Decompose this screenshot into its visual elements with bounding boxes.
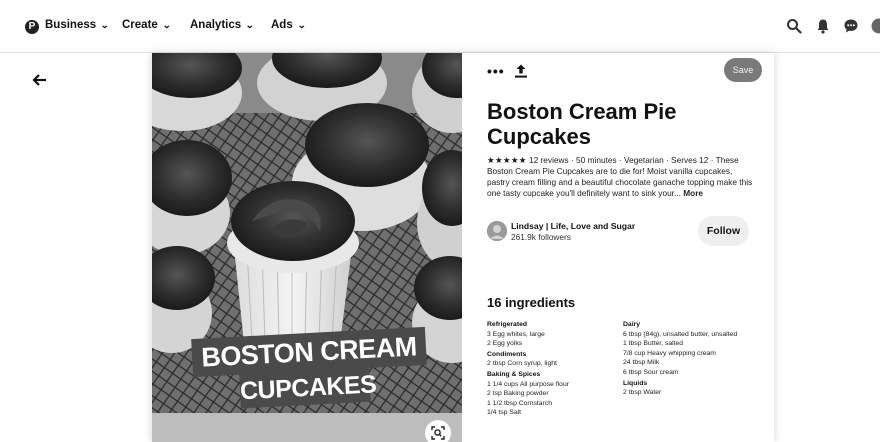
ingredient-item: 2 tbsp Corn syrup, light (487, 360, 557, 368)
chevron-down-icon: ⌄ (162, 20, 172, 30)
share-icon[interactable] (513, 63, 529, 79)
messages-icon[interactable] (843, 18, 859, 34)
save-button[interactable]: Save (724, 58, 762, 82)
follower-count: 261.9k followers (511, 232, 571, 242)
back-arrow-icon[interactable] (32, 72, 48, 88)
search-icon[interactable] (786, 18, 802, 34)
visual-search-icon (431, 426, 445, 440)
nav-ads[interactable]: Ads ⌄ (271, 19, 307, 31)
avatar-image (487, 221, 507, 241)
ingredients-title: 16 ingredients (487, 295, 576, 310)
chevron-down-icon: ⌄ (100, 20, 110, 30)
more-options-button[interactable]: ••• (487, 63, 505, 79)
recipe-meta: 12 reviews · 50 minutes · Vegetarian · S… (529, 155, 714, 165)
nav-analytics[interactable]: Analytics ⌄ (190, 19, 254, 31)
image-caption-line2: CUPCAKES (239, 367, 377, 409)
ingredient-category: Baking & Spices (487, 370, 541, 378)
more-link[interactable]: More (683, 188, 703, 198)
pin-image[interactable]: BOSTON CREAM PIE CUPCAKES (152, 53, 462, 442)
ingredient-item: 2 tsp Baking powder (487, 390, 549, 398)
author-name[interactable]: Lindsay | Life, Love and Sugar (511, 221, 635, 231)
ingredient-item: 1 1/2 tbsp Cornstarch (487, 399, 552, 407)
nav-create[interactable]: Create ⌄ (122, 19, 172, 31)
ingredient-item: 3 Egg whites, large (487, 330, 545, 338)
rating-stars-icon: ★★★★★ (487, 155, 527, 165)
nav-business-label: Business (45, 19, 97, 31)
ingredient-category: Condiments (487, 350, 527, 358)
ingredient-item: 2 Egg yolks (487, 340, 523, 348)
ingredient-item: 6 tbsp Sour cream (623, 368, 679, 376)
ingredient-item: 7/8 cup Heavy whipping cream (623, 349, 716, 357)
ingredient-item: 24 tbsp Milk (623, 359, 660, 367)
profile-icon[interactable] (871, 18, 880, 34)
pin-title: Boston Cream Pie Cupcakes (487, 99, 677, 149)
visual-search-button[interactable] (425, 420, 451, 442)
top-nav: P Business ⌄ Create ⌄ Analytics ⌄ Ads ⌄ (0, 0, 880, 53)
ingredient-category: Dairy (623, 321, 641, 328)
pin-details: ••• Save Boston Cream Pie Cupcakes ★★★★★… (487, 53, 774, 442)
nav-ads-label: Ads (271, 19, 293, 31)
nav-analytics-label: Analytics (190, 19, 242, 31)
chevron-down-icon: ⌄ (245, 20, 255, 30)
chevron-down-icon: ⌄ (296, 20, 307, 30)
ingredient-category: Refrigerated (487, 321, 528, 328)
pin-card: BOSTON CREAM PIE CUPCAKES ••• Save Bosto… (152, 53, 774, 442)
ingredient-category: Liquids (623, 379, 648, 387)
nav-business[interactable]: Business ⌄ (45, 19, 109, 31)
follow-button[interactable]: Follow (698, 216, 749, 246)
ingredient-item: 1 tbsp Butter, salted (623, 340, 684, 348)
pin-description: ★★★★★ 12 reviews · 50 minutes · Vegetari… (487, 155, 757, 199)
avatar[interactable] (487, 221, 507, 241)
bell-icon[interactable] (815, 18, 831, 34)
ingredients-column-right: Dairy 6 tbsp (84g), unsalted butter, uns… (623, 319, 753, 398)
ingredient-item: 1 1/4 cups All purpose flour (487, 380, 569, 388)
pinterest-logo-icon[interactable]: P (25, 20, 39, 34)
ingredient-item: 1/4 tsp Salt (487, 409, 522, 417)
nav-create-label: Create (122, 19, 158, 31)
ingredient-item: 2 tbsp Water (623, 389, 662, 397)
ingredients-column-left: Refrigerated 3 Egg whites, large 2 Egg y… (487, 319, 617, 418)
ingredient-item: 6 tbsp (84g), unsalted butter, unsalted (623, 330, 738, 338)
